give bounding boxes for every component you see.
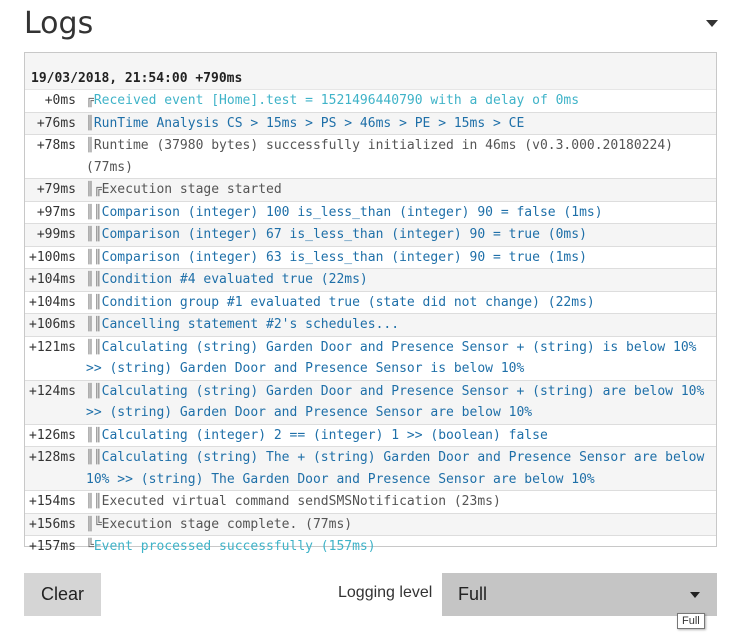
log-message: Condition group #1 evaluated true (state… (101, 294, 595, 310)
log-message-wrap: ║Runtime (37980 bytes) successfully init… (80, 135, 716, 178)
log-time: +154ms (29, 494, 76, 509)
log-time: +78ms (36, 138, 76, 153)
log-message: Execution stage complete. (77ms) (101, 516, 353, 532)
log-message-wrap: ╚Event processed successfully (157ms) (80, 536, 716, 558)
log-row: +124ms ║║Calculating (string) Garden Door… (25, 380, 716, 425)
log-list: +0ms ╔Received event [Home].test = 152149… (25, 90, 716, 558)
log-row: +76ms ║RunTime Analysis CS > 15ms > PS > … (25, 112, 716, 135)
log-message-wrap: ╔Received event [Home].test = 1521496440… (80, 90, 716, 112)
log-message: Received event [Home].test = 15214964407… (93, 93, 580, 108)
log-time: +97ms (36, 204, 76, 220)
log-message-wrap: ║║Calculating (integer) 2 == (integer) 1… (80, 425, 716, 447)
log-row: +106ms ║║Cancelling statement #2's schedu… (25, 314, 716, 337)
log-indent: ║ (86, 138, 94, 153)
log-row: +154ms ║║Executed virtual command sendSMS… (25, 491, 716, 514)
log-message-wrap: ║╚Execution stage complete. (77ms) (80, 514, 716, 536)
log-row: +99ms ║║Comparison (integer) 67 is_less_t… (25, 224, 716, 247)
log-message: Condition #4 evaluated true (22ms) (101, 272, 368, 287)
log-message: Comparison (integer) 63 is_less_than (in… (101, 249, 587, 265)
log-message-wrap: ║║Executed virtual command sendSMSNotifi… (80, 491, 716, 513)
log-header: 19/03/2018, 21:54:00 +790ms (25, 53, 716, 90)
log-row: +104ms ║║Condition group #1 evaluated tru… (25, 292, 716, 314)
log-message-wrap: ║║Calculating (string) Garden Door and P… (80, 337, 716, 380)
log-time: +0ms (44, 93, 76, 108)
log-indent: ║ (86, 115, 94, 131)
log-time: +104ms (29, 294, 76, 310)
logging-level-label: Logging level (338, 584, 433, 601)
log-indent: ║║ (86, 249, 102, 265)
log-message: Executed virtual command sendSMSNotifica… (101, 494, 501, 509)
log-indent: ║║ (86, 339, 102, 355)
log-message-wrap: ║║Condition #4 evaluated true (22ms) (80, 269, 716, 291)
log-row: +104ms ║║Condition #4 evaluated true (22m… (25, 269, 716, 292)
log-message-wrap: ║║Calculating (string) The + (string) Ga… (80, 447, 716, 490)
log-indent: ║╚ (86, 516, 102, 532)
log-indent: ║╔ (86, 182, 102, 197)
log-message-wrap: ║║Comparison (integer) 67 is_less_than (… (80, 224, 716, 246)
log-indent: ║║ (86, 272, 102, 287)
log-message: Cancelling statement #2's schedules... (101, 317, 400, 332)
log-time: +100ms (29, 249, 76, 265)
log-indent: ╔ (86, 93, 94, 108)
log-time: +106ms (29, 317, 76, 332)
log-row: +100ms ║║Comparison (integer) 63 is_less_… (25, 247, 716, 269)
log-message-wrap: ║╔Execution stage started (80, 179, 716, 201)
log-message: Calculating (integer) 2 == (integer) 1 >… (101, 427, 548, 443)
log-time: +99ms (36, 227, 76, 242)
dropdown-caret-icon (690, 592, 700, 598)
log-row: +121ms ║║Calculating (string) Garden Door… (25, 337, 716, 381)
chevron-down-icon[interactable] (706, 20, 718, 27)
log-row: +79ms ║╔Execution stage started (25, 179, 716, 202)
log-message: Runtime (37980 bytes) successfully initi… (86, 138, 674, 175)
log-message: RunTime Analysis CS > 15ms > PS > 46ms >… (93, 115, 525, 131)
log-message: Calculating (string) The + (string) Gard… (86, 450, 705, 487)
log-row: +0ms ╔Received event [Home].test = 152149… (25, 90, 716, 113)
log-time: +156ms (29, 516, 76, 532)
log-message-wrap: ║║Calculating (string) Garden Door and P… (80, 381, 716, 424)
log-indent: ║║ (86, 227, 102, 242)
log-row: +128ms ║║Calculating (string) The + (stri… (25, 447, 716, 491)
log-time: +128ms (29, 450, 76, 465)
log-message: Calculating (string) Garden Door and Pre… (86, 383, 705, 421)
log-row: +97ms ║║Comparison (integer) 100 is_less_… (25, 202, 716, 224)
log-message: Event processed successfully (157ms) (93, 539, 376, 554)
log-time: +79ms (36, 182, 76, 197)
log-time: +76ms (36, 115, 76, 131)
page-title: Logs (24, 6, 94, 41)
log-message-wrap: ║RunTime Analysis CS > 15ms > PS > 46ms … (80, 113, 716, 135)
log-indent: ║║ (86, 494, 102, 509)
log-message: Comparison (integer) 67 is_less_than (in… (101, 227, 587, 242)
log-indent: ║║ (86, 450, 102, 465)
log-indent: ║║ (86, 427, 102, 443)
log-message: Execution stage started (101, 182, 282, 197)
log-panel: 19/03/2018, 21:54:00 +790ms +0ms ╔Receive… (24, 52, 717, 554)
log-time: +157ms (29, 539, 76, 554)
log-message-wrap: ║║Comparison (integer) 63 is_less_than (… (80, 247, 716, 269)
clear-button[interactable]: Clear (24, 573, 101, 616)
log-row: +78ms ║Runtime (37980 bytes) successfully… (25, 135, 716, 179)
log-time: +124ms (29, 383, 76, 399)
log-time: +104ms (29, 272, 76, 287)
log-indent: ║║ (86, 317, 102, 332)
log-row: +156ms ║╚Execution stage complete. (77ms) (25, 513, 716, 536)
log-row: +157ms ╚Event processed successfully (157… (25, 536, 716, 558)
logging-level-value: Full (458, 584, 488, 604)
log-indent: ║║ (86, 383, 102, 399)
log-message: Comparison (integer) 100 is_less_than (i… (101, 204, 603, 220)
log-indent: ╚ (86, 539, 94, 554)
log-message-wrap: ║║Comparison (integer) 100 is_less_than … (80, 202, 716, 224)
log-message-wrap: ║║Condition group #1 evaluated true (sta… (80, 292, 716, 314)
log-row: +126ms ║║Calculating (integer) 2 == (inte… (25, 425, 716, 447)
log-message: Calculating (string) Garden Door and Pre… (86, 339, 697, 377)
logging-level-select[interactable]: Full (442, 573, 717, 616)
log-time: +126ms (29, 427, 76, 443)
log-message-wrap: ║║Cancelling statement #2's schedules... (80, 314, 716, 336)
tooltip: Full (677, 613, 705, 629)
log-indent: ║║ (86, 204, 102, 220)
log-time: +121ms (29, 339, 76, 355)
log-indent: ║║ (86, 294, 102, 310)
